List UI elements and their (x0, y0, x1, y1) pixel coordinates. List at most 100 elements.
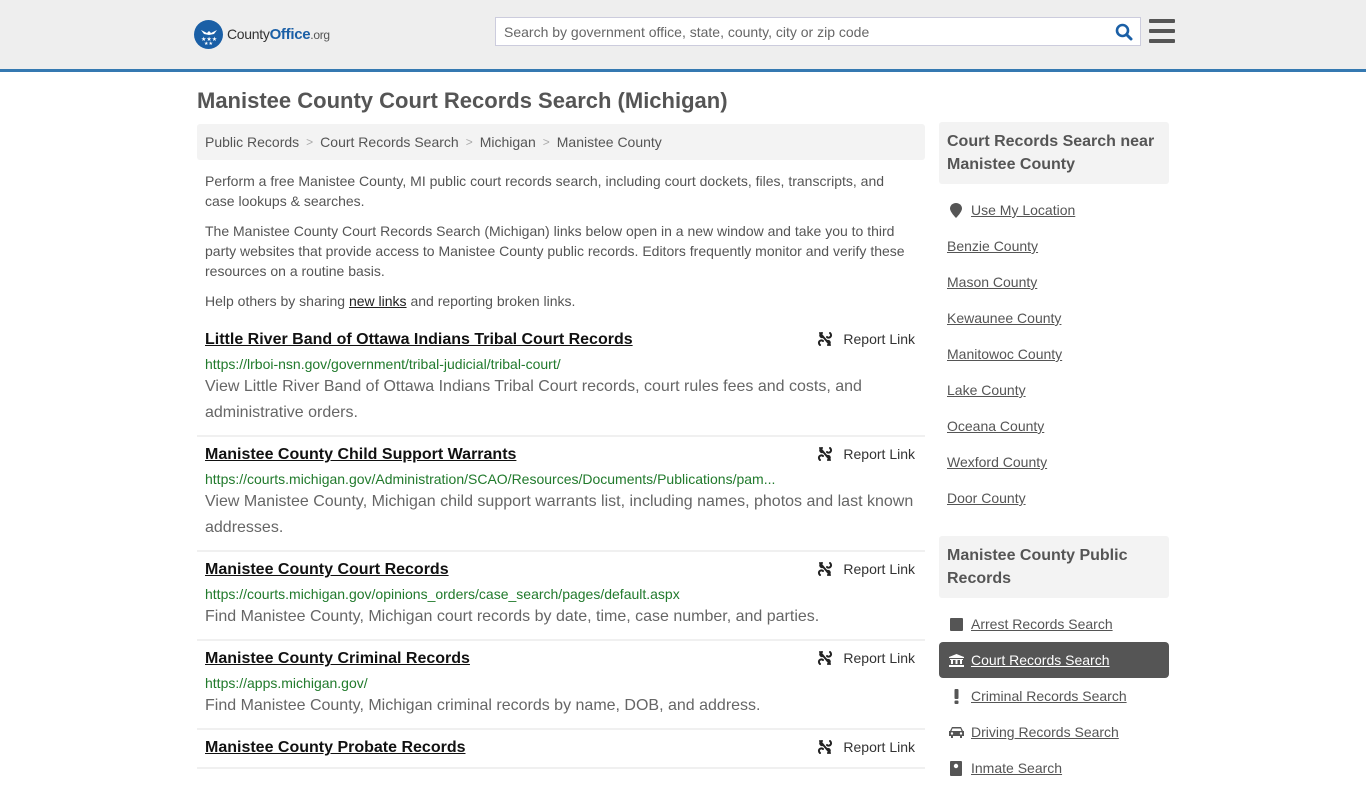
nearby-county-link[interactable]: Manitowoc County (947, 346, 1062, 362)
use-my-location-link[interactable]: Use My Location (971, 202, 1075, 218)
new-links-link[interactable]: new links (349, 293, 407, 309)
menu-bar (1149, 39, 1175, 43)
intro-paragraph-2: The Manistee County Court Records Search… (205, 223, 905, 279)
result-url: https://courts.michigan.gov/Administrati… (205, 471, 776, 487)
public-records-heading: Manistee County Public Records (939, 536, 1169, 598)
search-bar (495, 17, 1141, 46)
intro-paragraph-3: Help others by sharing new links and rep… (205, 291, 917, 311)
intro-text: Perform a free Manistee County, MI publi… (205, 171, 917, 321)
nearby-county-item[interactable]: Manitowoc County (939, 336, 1169, 372)
report-link-label: Report Link (843, 331, 915, 347)
inmate-icon (947, 760, 965, 776)
result-item: Manistee County Child Support Warrants R… (197, 437, 925, 552)
nearby-county-link[interactable]: Kewaunee County (947, 310, 1061, 326)
hamburger-menu-icon[interactable] (1149, 19, 1175, 43)
search-input[interactable] (496, 18, 1108, 45)
broken-link-icon (818, 651, 833, 665)
report-link-button[interactable]: Report Link (817, 446, 915, 462)
nearby-county-item[interactable]: Wexford County (939, 444, 1169, 480)
report-link-button[interactable]: Report Link (817, 650, 915, 666)
result-description: Find Manistee County, Michigan criminal … (205, 697, 761, 714)
broken-link-icon (818, 332, 833, 346)
nearby-county-link[interactable]: Oceana County (947, 418, 1044, 434)
results-list: Little River Band of Ottawa Indians Trib… (197, 322, 925, 769)
search-button[interactable] (1108, 18, 1140, 45)
eagle-stars-badge-icon: ★★★ ★★ (194, 20, 223, 49)
arrest-records-link[interactable]: Arrest Records Search (971, 616, 1113, 632)
site-header: ★★★ ★★ CountyOffice.org (0, 0, 1366, 72)
breadcrumb-separator: > (542, 135, 550, 149)
result-item: Little River Band of Ottawa Indians Trib… (197, 322, 925, 437)
court-records-link[interactable]: Court Records Search (971, 652, 1110, 668)
report-link-button[interactable]: Report Link (817, 561, 915, 577)
result-title-link[interactable]: Manistee County Criminal Records (205, 649, 470, 669)
logo-text-org: .org (310, 28, 330, 42)
result-url: https://apps.michigan.gov/ (205, 675, 368, 691)
result-description: View Little River Band of Ottawa Indians… (205, 378, 862, 421)
result-title-link[interactable]: Manistee County Court Records (205, 560, 449, 580)
result-title-link[interactable]: Manistee County Probate Records (205, 738, 466, 758)
result-url: https://courts.michigan.gov/opinions_ord… (205, 586, 680, 602)
breadcrumb-separator: > (306, 135, 314, 149)
svg-text:★★: ★★ (204, 41, 213, 46)
exclamation-icon (947, 688, 965, 704)
report-link-button[interactable]: Report Link (817, 739, 915, 755)
result-item: Manistee County Criminal Records Report … (197, 641, 925, 730)
criminal-records-link[interactable]: Criminal Records Search (971, 688, 1127, 704)
nearby-county-item[interactable]: Door County (939, 480, 1169, 516)
public-record-item-inmate[interactable]: Inmate Search (939, 750, 1169, 786)
page-title: Manistee County Court Records Search (Mi… (197, 88, 728, 113)
result-url: https://lrboi-nsn.gov/government/tribal-… (205, 356, 561, 372)
breadcrumb-manistee-county[interactable]: Manistee County (557, 134, 662, 150)
result-title-link[interactable]: Little River Band of Ottawa Indians Trib… (205, 330, 633, 350)
sidebar: Court Records Search near Manistee Count… (939, 122, 1169, 786)
public-records-list: Arrest Records Search Court Records Sear… (939, 598, 1169, 786)
intro-text-after: and reporting broken links. (406, 293, 576, 309)
breadcrumb-court-records-search[interactable]: Court Records Search (320, 134, 459, 150)
public-record-item-court[interactable]: Court Records Search (939, 642, 1169, 678)
logo-text: CountyOffice.org (227, 26, 330, 43)
nearby-county-item[interactable]: Benzie County (939, 228, 1169, 264)
logo-text-office: Office (269, 26, 311, 43)
menu-bar (1149, 19, 1175, 23)
car-icon (947, 726, 965, 738)
nearby-county-item[interactable]: Kewaunee County (939, 300, 1169, 336)
nearby-county-link[interactable]: Benzie County (947, 238, 1038, 254)
broken-link-icon (818, 447, 833, 461)
public-record-item-criminal[interactable]: Criminal Records Search (939, 678, 1169, 714)
result-title-link[interactable]: Manistee County Child Support Warrants (205, 445, 516, 465)
breadcrumb: Public Records > Court Records Search > … (197, 124, 925, 160)
logo-text-county: County (227, 26, 270, 42)
driving-records-link[interactable]: Driving Records Search (971, 724, 1119, 740)
result-item: Manistee County Court Records Report Lin… (197, 552, 925, 641)
map-pin-icon (947, 202, 965, 218)
report-link-label: Report Link (843, 650, 915, 666)
site-logo[interactable]: ★★★ ★★ CountyOffice.org (194, 20, 330, 49)
nearby-county-link[interactable]: Wexford County (947, 454, 1047, 470)
nearby-heading: Court Records Search near Manistee Count… (939, 122, 1169, 184)
report-link-button[interactable]: Report Link (817, 331, 915, 347)
result-item: Manistee County Probate Records Report L… (197, 730, 925, 769)
square-icon (947, 617, 965, 631)
nearby-county-item[interactable]: Mason County (939, 264, 1169, 300)
public-record-item-driving[interactable]: Driving Records Search (939, 714, 1169, 750)
search-icon (1115, 23, 1133, 40)
nearby-county-link[interactable]: Mason County (947, 274, 1037, 290)
nearby-county-item[interactable]: Oceana County (939, 408, 1169, 444)
nearby-county-item[interactable]: Lake County (939, 372, 1169, 408)
menu-bar (1149, 29, 1175, 33)
inmate-search-link[interactable]: Inmate Search (971, 760, 1062, 776)
broken-link-icon (818, 562, 833, 576)
intro-paragraph-1: Perform a free Manistee County, MI publi… (205, 173, 885, 209)
public-record-item-arrest[interactable]: Arrest Records Search (939, 606, 1169, 642)
use-my-location-item[interactable]: Use My Location (939, 192, 1169, 228)
breadcrumb-separator: > (465, 135, 473, 149)
breadcrumb-public-records[interactable]: Public Records (205, 134, 299, 150)
report-link-label: Report Link (843, 561, 915, 577)
nearby-county-link[interactable]: Lake County (947, 382, 1026, 398)
breadcrumb-michigan[interactable]: Michigan (480, 134, 536, 150)
broken-link-icon (818, 740, 833, 754)
report-link-label: Report Link (843, 739, 915, 755)
courthouse-icon (947, 653, 965, 667)
nearby-county-link[interactable]: Door County (947, 490, 1026, 506)
